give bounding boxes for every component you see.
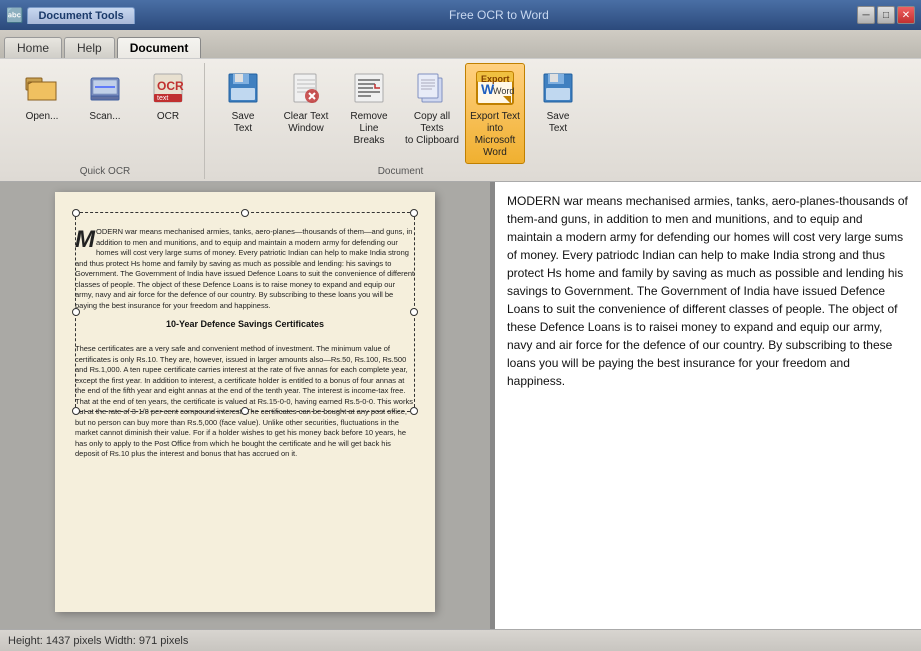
ribbon: Open... Scan... <box>0 58 921 181</box>
svg-text:OCR: OCR <box>157 79 184 93</box>
tab-document[interactable]: Document <box>117 37 202 58</box>
tab-bar: Home Help Document <box>0 30 921 58</box>
clear-text-button[interactable]: Clear TextWindow <box>276 63 336 140</box>
scan-label: Scan... <box>89 111 120 123</box>
svg-text:text: text <box>157 95 168 102</box>
copy-all-label: Copy all Textsto Clipboard <box>405 111 459 147</box>
status-text: Height: 1437 pixels Width: 971 pixels <box>8 635 188 647</box>
app-title: Free OCR to Word <box>449 8 549 22</box>
main-content: MODERN war means mechanised armies, tank… <box>0 182 921 629</box>
copy-all-button[interactable]: Copy all Textsto Clipboard <box>402 63 462 152</box>
ocr-icon: OCR text <box>148 68 188 108</box>
open-icon <box>22 68 62 108</box>
clear-text-label: Clear TextWindow <box>284 111 329 135</box>
scan-button[interactable]: Scan... <box>75 63 135 133</box>
doc-page-text: MODERN war means mechanised armies, tank… <box>75 227 415 311</box>
close-button[interactable]: ✕ <box>897 6 915 24</box>
title-bar: 🔤 Document Tools Free OCR to Word ─ □ ✕ <box>0 0 921 30</box>
minimize-button[interactable]: ─ <box>857 6 875 24</box>
save-text2-button[interactable]: SaveText <box>528 63 588 140</box>
document-page: MODERN war means mechanised armies, tank… <box>55 192 435 612</box>
extracted-text: MODERN war means mechanised armies, tank… <box>507 192 909 390</box>
clear-text-icon <box>286 68 326 108</box>
svg-text:Word: Word <box>493 86 514 96</box>
save-text-icon <box>223 68 263 108</box>
open-button[interactable]: Open... <box>12 63 72 133</box>
remove-line-breaks-label: Remove LineBreaks <box>342 111 396 147</box>
title-bar-left: 🔤 Document Tools <box>6 7 141 24</box>
handle-tl[interactable] <box>72 209 80 217</box>
remove-line-breaks-icon <box>349 68 389 108</box>
maximize-button[interactable]: □ <box>877 6 895 24</box>
ribbon-group-quick-ocr: Open... Scan... <box>6 63 205 179</box>
status-bar: Height: 1437 pixels Width: 971 pixels <box>0 629 921 651</box>
drop-cap: M <box>75 230 95 249</box>
handle-tr[interactable] <box>410 209 418 217</box>
scan-icon <box>85 68 125 108</box>
tab-home[interactable]: Home <box>4 37 62 58</box>
save-text-label: SaveText <box>232 111 255 135</box>
quick-ocr-group-label: Quick OCR <box>80 166 131 177</box>
ribbon-group-document: SaveText <box>207 63 594 179</box>
open-label: Open... <box>26 111 59 123</box>
doc-body-text: These certificates are a very safe and c… <box>75 344 415 460</box>
ocr-button[interactable]: OCR text OCR <box>138 63 198 133</box>
document-group-label: Document <box>378 166 424 177</box>
save-text-button[interactable]: SaveText <box>213 63 273 140</box>
app-icon: 🔤 <box>6 7 23 24</box>
export-word-button[interactable]: Export W Word Export Text intoMicrosoft … <box>465 63 525 164</box>
export-word-label: Export Text intoMicrosoft Word <box>468 111 522 159</box>
remove-line-breaks-button[interactable]: Remove LineBreaks <box>339 63 399 152</box>
tab-help[interactable]: Help <box>64 37 115 58</box>
export-word-icon: Export W Word <box>475 68 515 108</box>
quick-ocr-buttons: Open... Scan... <box>12 63 198 164</box>
copy-all-icon <box>412 68 452 108</box>
save-text2-icon <box>538 68 578 108</box>
right-panel[interactable]: MODERN war means mechanised armies, tank… <box>494 182 921 629</box>
window-controls: ─ □ ✕ <box>857 6 915 24</box>
save-text2-label: SaveText <box>547 111 570 135</box>
handle-tm[interactable] <box>241 209 249 217</box>
document-buttons: SaveText <box>213 63 588 164</box>
left-panel: MODERN war means mechanised armies, tank… <box>0 182 490 629</box>
doc-heading: 10-Year Defence Savings Certificates <box>75 319 415 329</box>
ocr-label: OCR <box>157 111 179 123</box>
ribbon-container: Open... Scan... <box>0 58 921 182</box>
doc-main-text: ODERN war means mechanised armies, tanks… <box>75 227 414 310</box>
doc-tools-label: Document Tools <box>27 7 134 24</box>
